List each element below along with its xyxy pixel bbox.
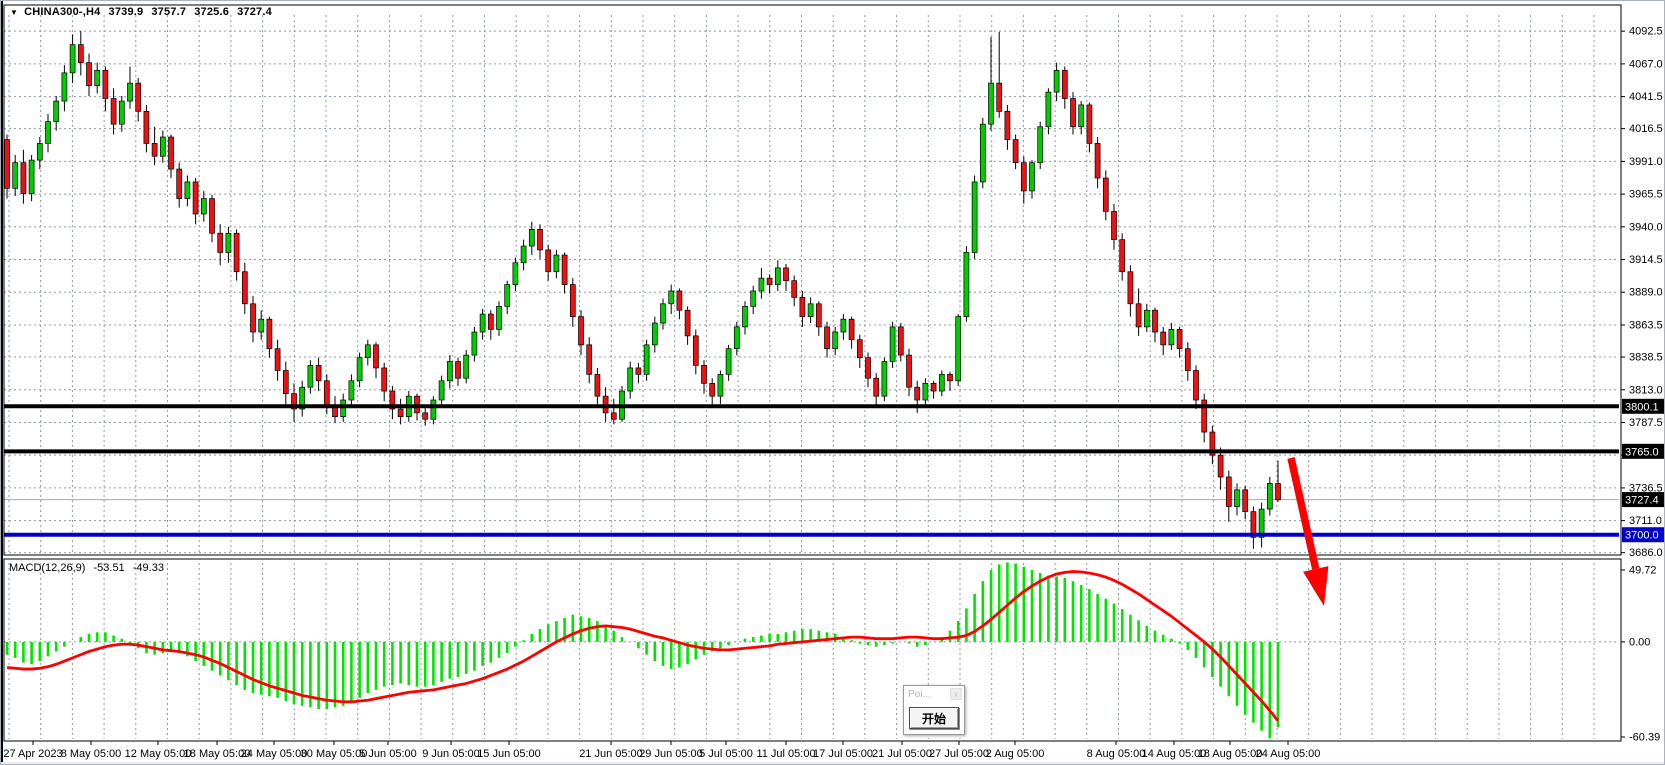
popup-body: 开始 (904, 702, 964, 734)
symbol-label: CHINA300-,H4 (24, 6, 100, 18)
bar-low-value: 3725.6 (194, 6, 229, 18)
svg-text:29 Jun 05:00: 29 Jun 05:00 (639, 748, 703, 760)
level-lines (4, 406, 1619, 534)
svg-text:3800.1: 3800.1 (1625, 401, 1659, 413)
chart-canvas[interactable]: 4092.5 4067.0 4041.5 4016.5 3991.0 3965.5 3940… (1, 1, 1665, 765)
bar-high-value: 3757.7 (151, 6, 186, 18)
window-left-border (1, 1, 3, 765)
svg-text:9 Jun 05:00: 9 Jun 05:00 (422, 748, 480, 760)
svg-text:-60.39: -60.39 (1629, 732, 1660, 744)
svg-text:2 Aug 05:00: 2 Aug 05:00 (986, 748, 1045, 760)
svg-text:3914.5: 3914.5 (1629, 254, 1663, 266)
svg-text:4016.5: 4016.5 (1629, 123, 1663, 135)
svg-text:21 Jul 05:00: 21 Jul 05:00 (872, 748, 932, 760)
svg-text:3889.0: 3889.0 (1629, 287, 1663, 299)
svg-text:30 May 05:00: 30 May 05:00 (301, 748, 368, 760)
svg-text:24 Aug 05:00: 24 Aug 05:00 (1256, 748, 1321, 760)
trend-arrow (1291, 458, 1328, 606)
macd-value: -53.51 (93, 562, 124, 574)
pane-borders (4, 5, 1621, 741)
svg-text:3727.4: 3727.4 (1625, 495, 1659, 507)
svg-text:27 Jul 05:00: 27 Jul 05:00 (929, 748, 989, 760)
popup-title-bar: Poi... x (904, 686, 964, 702)
svg-text:3765.0: 3765.0 (1625, 446, 1659, 458)
macd-signal-value: -49.33 (133, 562, 164, 574)
svg-text:3940.0: 3940.0 (1629, 221, 1663, 233)
popup-close-icon[interactable]: x (950, 688, 962, 700)
script-popup-dialog: Poi... x 开始 (903, 685, 965, 735)
svg-text:8 Aug 05:00: 8 Aug 05:00 (1087, 748, 1146, 760)
time-axis: 27 Apr 20238 May 05:0012 May 05:0018 May… (3, 741, 1320, 760)
svg-text:3991.0: 3991.0 (1629, 156, 1663, 168)
svg-text:15 Jun 05:00: 15 Jun 05:00 (477, 748, 541, 760)
svg-text:3838.5: 3838.5 (1629, 352, 1663, 364)
svg-text:0.00: 0.00 (1629, 636, 1650, 648)
macd-axis: 49.72 0.00 -60.39 (1621, 565, 1660, 744)
svg-text:4041.5: 4041.5 (1629, 91, 1663, 103)
popup-title: Poi... (908, 689, 931, 700)
price-axis: 4092.5 4067.0 4041.5 4016.5 3991.0 3965.5 3940… (1621, 26, 1663, 560)
svg-text:3965.5: 3965.5 (1629, 189, 1663, 201)
svg-text:4067.0: 4067.0 (1629, 58, 1663, 70)
svg-text:27 Apr 2023: 27 Apr 2023 (3, 748, 62, 760)
svg-text:49.72: 49.72 (1629, 565, 1657, 577)
svg-text:5 Jun 05:00: 5 Jun 05:00 (359, 748, 417, 760)
svg-text:3711.0: 3711.0 (1629, 515, 1662, 527)
svg-text:17 Jul 05:00: 17 Jul 05:00 (813, 748, 873, 760)
svg-text:4092.5: 4092.5 (1629, 26, 1663, 38)
svg-text:21 Jun 05:00: 21 Jun 05:00 (579, 748, 643, 760)
svg-text:3700.0: 3700.0 (1625, 530, 1659, 542)
svg-text:18 Aug 05:00: 18 Aug 05:00 (1198, 748, 1263, 760)
macd-indicator-label: MACD(12,26,9) -53.51 -49.33 (9, 562, 169, 574)
chart-dropdown-icon[interactable]: ▼ (10, 8, 18, 17)
chart-window: 4092.5 4067.0 4041.5 4016.5 3991.0 3965.5 3940… (0, 0, 1665, 765)
bar-open-value: 3739.9 (109, 6, 144, 18)
svg-text:3686.0: 3686.0 (1629, 547, 1663, 559)
svg-text:3863.5: 3863.5 (1629, 319, 1663, 331)
svg-text:11 Jul 05:00: 11 Jul 05:00 (756, 748, 815, 760)
symbol-ohlc-line: ▼ CHINA300-,H4 3739.9 3757.7 3725.6 3727… (10, 6, 272, 18)
svg-text:24 May 05:00: 24 May 05:00 (241, 748, 308, 760)
svg-text:3787.5: 3787.5 (1629, 417, 1663, 429)
svg-text:8 May 05:00: 8 May 05:00 (61, 748, 122, 760)
popup-start-button[interactable]: 开始 (909, 707, 959, 729)
svg-text:3813.0: 3813.0 (1629, 384, 1663, 396)
svg-text:12 May 05:00: 12 May 05:00 (125, 748, 192, 760)
macd-label: MACD(12,26,9) (9, 562, 85, 574)
svg-text:5 Jul 05:00: 5 Jul 05:00 (699, 748, 753, 760)
bar-close-value: 3727.4 (237, 6, 272, 18)
